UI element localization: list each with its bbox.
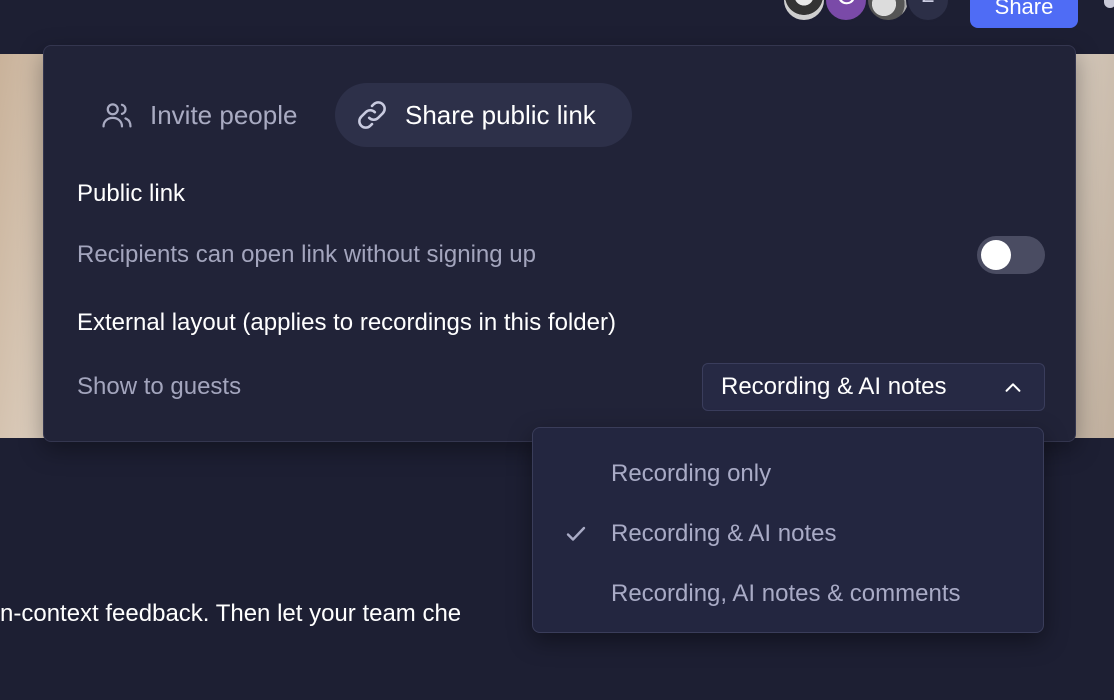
tab-invite-people[interactable]: Invite people bbox=[84, 83, 313, 147]
share-popover: Invite people Share public link Public l… bbox=[43, 45, 1076, 442]
avatar[interactable] bbox=[866, 0, 910, 22]
external-layout-heading: External layout (applies to recordings i… bbox=[77, 309, 616, 336]
select-value: Recording & AI notes bbox=[721, 373, 947, 400]
chevron-up-icon bbox=[1005, 383, 1021, 392]
tab-share-public-link[interactable]: Share public link bbox=[335, 83, 632, 147]
checkmark-icon bbox=[566, 526, 586, 541]
page-body-text: n-context feedback. Then let your team c… bbox=[0, 600, 462, 627]
avatar[interactable]: C bbox=[824, 0, 868, 22]
toggle-knob bbox=[981, 240, 1011, 270]
avatar[interactable] bbox=[782, 0, 826, 22]
menu-option-label: Recording only bbox=[611, 460, 772, 487]
public-link-toggle[interactable] bbox=[977, 236, 1045, 274]
cropped-icon[interactable] bbox=[1104, 0, 1114, 8]
menu-option-label: Recording, AI notes & comments bbox=[611, 580, 961, 607]
menu-option-recording-ai-notes[interactable]: Recording & AI notes bbox=[533, 504, 1043, 564]
public-link-toggle-label: Recipients can open link without signing… bbox=[77, 241, 536, 268]
show-to-guests-menu: Recording only Recording & AI notes Reco… bbox=[532, 427, 1044, 633]
show-to-guests-label: Show to guests bbox=[77, 373, 242, 400]
tab-label: Invite people bbox=[150, 99, 298, 130]
share-button[interactable]: Share bbox=[970, 0, 1078, 28]
tab-label: Share public link bbox=[405, 99, 596, 130]
link-icon bbox=[358, 101, 386, 129]
more-collaborators-count[interactable]: 2 bbox=[906, 0, 950, 22]
menu-option-recording-ai-notes-comments[interactable]: Recording, AI notes & comments bbox=[533, 564, 1043, 624]
users-icon bbox=[102, 103, 132, 128]
menu-option-recording-only[interactable]: Recording only bbox=[533, 444, 1043, 504]
extra-count: 2 bbox=[921, 0, 934, 8]
menu-option-label: Recording & AI notes bbox=[611, 520, 837, 547]
public-link-heading: Public link bbox=[77, 180, 186, 207]
show-to-guests-select[interactable]: Recording & AI notes bbox=[702, 363, 1045, 411]
avatar-initial: C bbox=[837, 0, 856, 10]
